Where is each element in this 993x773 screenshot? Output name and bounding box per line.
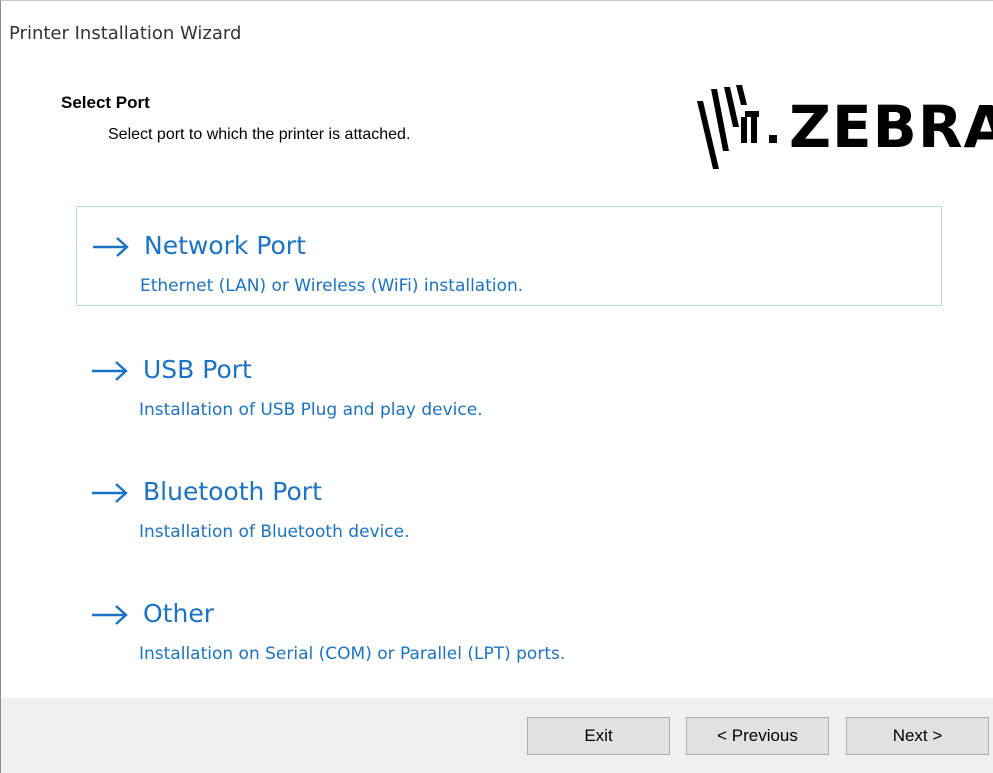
arrow-right-icon — [92, 605, 128, 625]
exit-button[interactable]: Exit — [527, 717, 670, 755]
next-button[interactable]: Next > — [846, 717, 989, 755]
window-title: Printer Installation Wizard — [9, 23, 242, 44]
logo-text: ZEBRA — [789, 93, 993, 161]
option-usb-port[interactable]: USB Port Installation of USB Plug and pl… — [76, 331, 942, 431]
option-description: Installation on Serial (COM) or Parallel… — [139, 644, 566, 664]
option-title: Network Port — [144, 231, 306, 260]
wizard-window: Printer Installation Wizard Select Port … — [0, 0, 993, 773]
option-title: Bluetooth Port — [143, 477, 322, 506]
page-title: Select Port — [61, 93, 150, 112]
option-description: Installation of Bluetooth device. — [139, 522, 410, 542]
previous-button[interactable]: < Previous — [686, 717, 829, 755]
zebra-logo: ZEBRA — [689, 81, 993, 173]
option-title: Other — [143, 599, 214, 628]
button-bar: Exit < Previous Next > — [1, 698, 993, 773]
zebra-head-icon — [697, 85, 777, 169]
option-description: Installation of USB Plug and play device… — [139, 400, 483, 420]
option-description: Ethernet (LAN) or Wireless (WiFi) instal… — [140, 276, 524, 296]
page-subtitle: Select port to which the printer is atta… — [108, 126, 411, 143]
option-other[interactable]: Other Installation on Serial (COM) or Pa… — [76, 575, 942, 675]
option-network-port[interactable]: Network Port Ethernet (LAN) or Wireless … — [76, 206, 942, 306]
arrow-right-icon — [92, 361, 128, 381]
title-bar: Printer Installation Wizard — [1, 1, 993, 75]
option-title: USB Port — [143, 355, 252, 384]
arrow-right-icon — [92, 483, 128, 503]
arrow-right-icon — [93, 237, 129, 257]
option-bluetooth-port[interactable]: Bluetooth Port Installation of Bluetooth… — [76, 453, 942, 553]
